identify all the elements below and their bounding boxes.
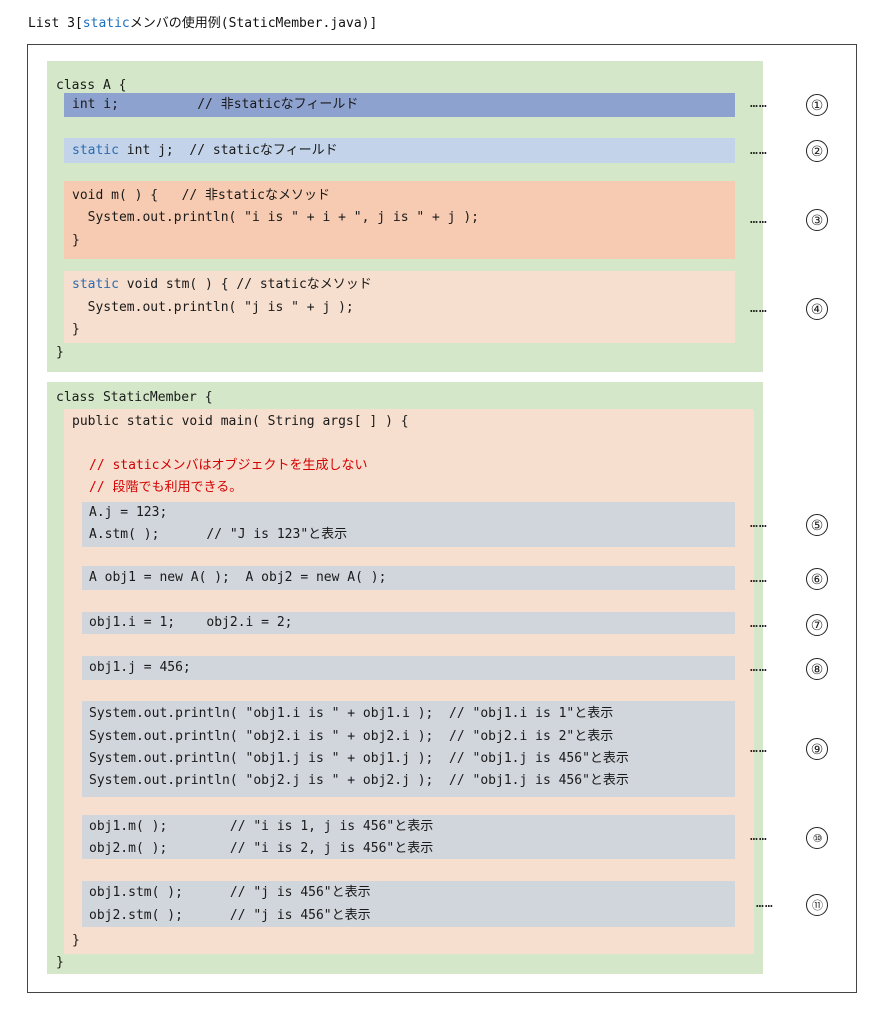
- stm-line-1: static void stm( ) { // staticなメソッド: [72, 274, 372, 296]
- callout-dots: ……: [756, 896, 774, 911]
- stmt-9-line-3: System.out.println( "obj1.j is " + obj1.…: [89, 751, 629, 766]
- stmt-5-line-2: A.stm( ); // "J is 123"と表示: [89, 527, 348, 542]
- stm-line-2: System.out.println( "j is " + j );: [72, 300, 354, 315]
- main-signature: public static void main( String args[ ] …: [72, 414, 409, 429]
- callout-dots: ……: [750, 516, 768, 531]
- stmt-8-line: obj1.j = 456;: [89, 660, 191, 675]
- marker-4: ④: [806, 298, 828, 320]
- callout-dots: ……: [750, 741, 768, 756]
- stm-line-3: }: [72, 322, 80, 337]
- stmt-9-line-2: System.out.println( "obj2.i is " + obj2.…: [89, 729, 614, 744]
- stmt-10-line-1: obj1.m( ); // "i is 1, j is 456"と表示: [89, 819, 434, 834]
- main-close: }: [72, 933, 80, 948]
- stmt-11-line-2: obj2.stm( ); // "j is 456"と表示: [89, 908, 371, 923]
- marker-2: ②: [806, 140, 828, 162]
- class-main-open: class StaticMember {: [56, 390, 213, 405]
- marker-1: ①: [806, 94, 828, 116]
- marker-3: ③: [806, 209, 828, 231]
- marker-10: ⑩: [806, 827, 828, 849]
- callout-dots: ……: [750, 829, 768, 844]
- marker-5: ⑤: [806, 514, 828, 536]
- method-m-line-1: void m( ) { // 非staticなメソッド: [72, 188, 331, 203]
- callout-dots: ……: [750, 143, 768, 158]
- method-m-line-2: System.out.println( "i is " + i + ", j i…: [72, 210, 479, 225]
- field-j-code: static int j; // staticなフィールド: [72, 140, 338, 162]
- field-i-code: int i; // 非staticなフィールド: [72, 97, 359, 112]
- method-m-line-3: }: [72, 233, 80, 248]
- callout-dots: ……: [750, 571, 768, 586]
- field-j-rest: int j; // staticなフィールド: [118, 143, 338, 158]
- static-keyword: static: [72, 277, 119, 292]
- caption-suffix: メンバの使用例(StaticMember.java)]: [129, 16, 378, 31]
- marker-7: ⑦: [806, 614, 828, 636]
- stmt-5-line-1: A.j = 123;: [89, 505, 168, 520]
- caption-keyword: static: [82, 16, 130, 31]
- callout-dots: ……: [750, 96, 768, 111]
- class-a-close: }: [56, 345, 64, 360]
- static-keyword: static: [72, 143, 119, 158]
- caption-prefix: List 3[: [28, 16, 83, 31]
- callout-dots: ……: [750, 212, 768, 227]
- stmt-9-line-1: System.out.println( "obj1.i is " + obj1.…: [89, 706, 614, 721]
- stm-sig-rest: void stm( ) { // staticなメソッド: [118, 277, 372, 292]
- class-main-close: }: [56, 955, 64, 970]
- callout-dots: ……: [750, 660, 768, 675]
- stmt-7-line: obj1.i = 1; obj2.i = 2;: [89, 615, 293, 630]
- stmt-10-line-2: obj2.m( ); // "i is 2, j is 456"と表示: [89, 841, 434, 856]
- marker-9: ⑨: [806, 738, 828, 760]
- callout-dots: ……: [750, 301, 768, 316]
- stmt-9-line-4: System.out.println( "obj2.j is " + obj2.…: [89, 773, 629, 788]
- marker-8: ⑧: [806, 658, 828, 680]
- figure-caption: List 3[staticメンバの使用例(StaticMember.java)]: [28, 12, 377, 31]
- stmt-11-line-1: obj1.stm( ); // "j is 456"と表示: [89, 885, 371, 900]
- marker-11: ⑪: [806, 894, 828, 916]
- callout-dots: ……: [750, 616, 768, 631]
- comment-red-2: // 段階でも利用できる。: [89, 480, 243, 495]
- marker-6: ⑥: [806, 568, 828, 590]
- stmt-6-line: A obj1 = new A( ); A obj2 = new A( );: [89, 570, 387, 585]
- comment-red-1: // staticメンバはオブジェクトを生成しない: [89, 458, 368, 473]
